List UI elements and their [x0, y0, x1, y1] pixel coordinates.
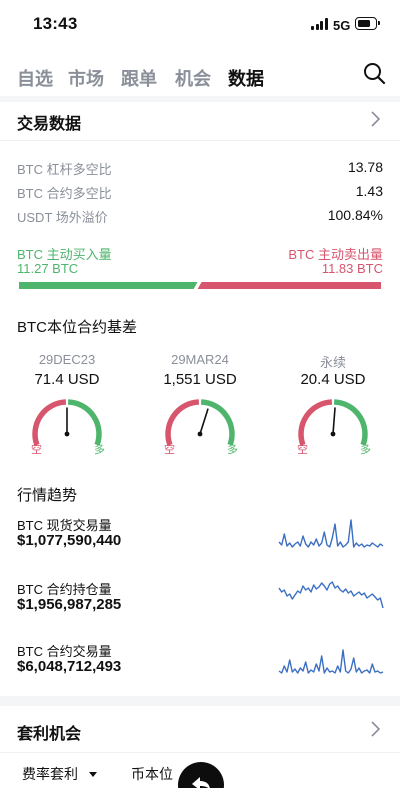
status-time: 13:43	[33, 14, 78, 33]
basis-value: 71.4 USD	[34, 371, 100, 388]
chevron-right-icon[interactable]	[369, 720, 381, 738]
basis-contract-label: 29MAR24	[171, 352, 229, 367]
stat-row: USDT 场外溢价 100.84%	[17, 207, 383, 225]
back-arrow-icon	[192, 777, 210, 788]
basis-value: 1,551 USD	[163, 371, 237, 388]
sparkline-path	[278, 581, 384, 609]
divider	[0, 96, 400, 102]
chevron-right-icon[interactable]	[369, 110, 381, 128]
gauge-needle	[199, 408, 209, 435]
basis-value: 20.4 USD	[300, 371, 366, 388]
stat-value: 13.78	[347, 159, 383, 175]
tab-opportunity[interactable]: 机会	[175, 65, 211, 91]
network-label: 5G	[333, 18, 351, 33]
stat-label: BTC 杠杆多空比	[17, 162, 112, 177]
battery-icon	[355, 17, 380, 30]
buy-segment	[19, 282, 198, 289]
buy-sell-ratio-bar	[19, 282, 381, 289]
sparkline-futures-volume	[278, 649, 384, 674]
stat-label: USDT 场外溢价	[17, 210, 108, 225]
stat-label: BTC 合约多空比	[17, 186, 112, 201]
tab-data[interactable]: 数据	[228, 65, 264, 91]
divider	[0, 696, 400, 706]
tab-funding-arbitrage-label: 费率套利	[22, 766, 78, 782]
sparkline-spot-volume	[278, 519, 384, 548]
gauge-pivot	[64, 431, 70, 437]
caret-down-icon	[88, 772, 97, 778]
gauge-short-arc	[165, 399, 200, 446]
trend-title: 行情趋势	[17, 487, 78, 504]
trend-value: $1,077,590,440	[17, 532, 122, 549]
short-label: 空	[297, 444, 308, 456]
gauge-needle	[332, 407, 336, 435]
basis-title: BTC本位合约基差	[17, 319, 138, 336]
stat-row: BTC 杠杆多空比 13.78	[17, 159, 383, 177]
trend-value: $1,956,987,285	[17, 596, 122, 613]
gauge-pivot	[330, 431, 336, 437]
gauge-short-arc	[298, 399, 333, 446]
search-icon[interactable]	[362, 61, 386, 85]
tab-funding-arbitrage[interactable]: 费率套利	[22, 764, 98, 784]
basis-contract-label: 永续	[319, 355, 346, 370]
trade-data-title[interactable]: 交易数据	[17, 110, 81, 134]
buy-volume-value: 11.27 BTC	[17, 261, 79, 276]
tab-copy-trade[interactable]: 跟单	[121, 65, 157, 91]
stat-value: 1.43	[355, 183, 383, 199]
gauge-pivot	[197, 431, 203, 437]
tab-watchlist[interactable]: 自选	[17, 65, 53, 91]
sparkline-path	[278, 649, 384, 674]
signal-icon	[311, 18, 329, 30]
long-label: 多	[227, 444, 238, 456]
divider	[0, 140, 400, 141]
gauge-long-arc	[67, 399, 102, 446]
trend-value: $6,048,712,493	[17, 658, 122, 675]
sell-segment	[197, 282, 381, 289]
short-label: 空	[164, 444, 175, 456]
long-label: 多	[94, 444, 105, 456]
sell-volume-value: 11.83 BTC	[321, 261, 383, 276]
sparkline-path	[278, 519, 384, 548]
tab-coin-margined[interactable]: 币本位	[131, 764, 173, 784]
status-bar: 13:43 5G	[0, 0, 400, 50]
divider	[0, 752, 400, 753]
stat-value: 100.84%	[327, 207, 383, 223]
stat-row: BTC 合约多空比 1.43	[17, 183, 383, 201]
long-label: 多	[360, 444, 371, 456]
sparkline-open-interest	[278, 581, 384, 609]
short-label: 空	[31, 444, 42, 456]
tab-market[interactable]: 市场	[68, 65, 104, 91]
basis-contract-label: 29DEC23	[38, 352, 96, 367]
arbitrage-title[interactable]: 套利机会	[17, 720, 81, 744]
top-tabs: 自选 市场 跟单 机会 数据	[0, 60, 400, 94]
gauge-short-arc	[32, 399, 67, 446]
gauge-long-arc	[333, 399, 368, 446]
floating-back-button[interactable]	[178, 762, 224, 788]
gauge-long-arc	[200, 399, 235, 446]
